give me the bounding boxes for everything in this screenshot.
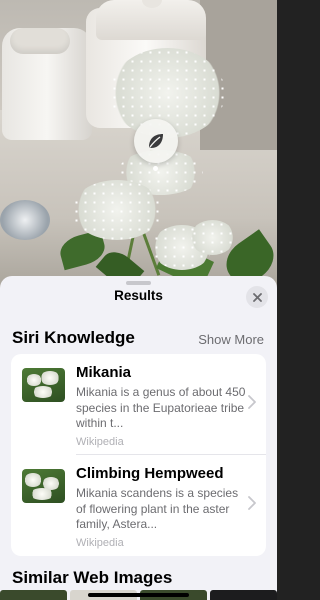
item-title: Climbing Hempweed [76, 465, 224, 482]
visual-lookup-badge[interactable] [134, 119, 178, 163]
close-button[interactable] [246, 286, 268, 308]
climbing-hempweed-thumbnail [22, 469, 65, 503]
xmark-icon [252, 292, 262, 302]
item-description: Mikania scandens is a species of floweri… [76, 486, 239, 531]
home-indicator[interactable] [88, 593, 189, 597]
similar-image[interactable] [0, 590, 67, 600]
chevron-right-icon [248, 496, 256, 510]
lookup-indicator-dot [153, 166, 158, 171]
similar-web-images-title: Similar Web Images [12, 568, 173, 587]
sheet-grabber[interactable] [126, 281, 151, 285]
show-more-button[interactable]: Show More [198, 332, 264, 347]
knowledge-item-climbing-hempweed[interactable]: Climbing Hempweed Mikania scandens is a … [11, 455, 266, 556]
item-source: Wikipedia [76, 436, 124, 448]
leaf-icon [149, 134, 163, 148]
results-sheet: Results Siri Knowledge Show More Mikania… [0, 276, 277, 600]
siri-knowledge-title: Siri Knowledge [12, 328, 135, 347]
knowledge-item-mikania[interactable]: Mikania Mikania is a genus of about 450 … [11, 354, 266, 455]
sheet-title: Results [114, 288, 163, 303]
chevron-right-icon [248, 395, 256, 409]
siri-knowledge-card: Mikania Mikania is a genus of about 450 … [11, 354, 266, 556]
item-title: Mikania [76, 364, 132, 381]
item-description: Mikania is a genus of about 450 species … [76, 385, 246, 430]
similar-image[interactable] [210, 590, 277, 600]
mikania-thumbnail [22, 368, 65, 402]
item-source: Wikipedia [76, 537, 124, 549]
